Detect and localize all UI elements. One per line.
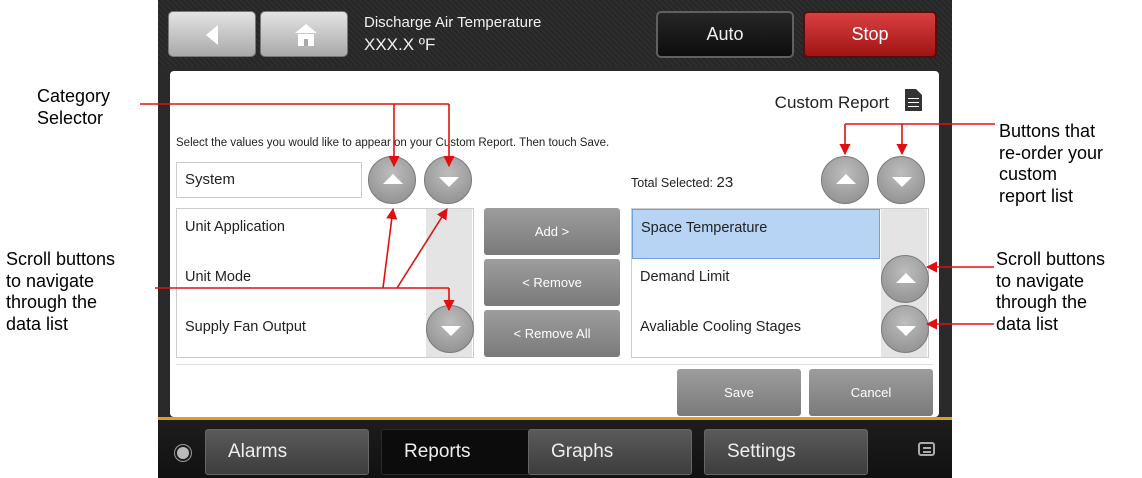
annotation-arrow xyxy=(396,208,448,289)
annotation-arrow xyxy=(382,207,398,289)
annotation-arrows xyxy=(140,103,995,330)
